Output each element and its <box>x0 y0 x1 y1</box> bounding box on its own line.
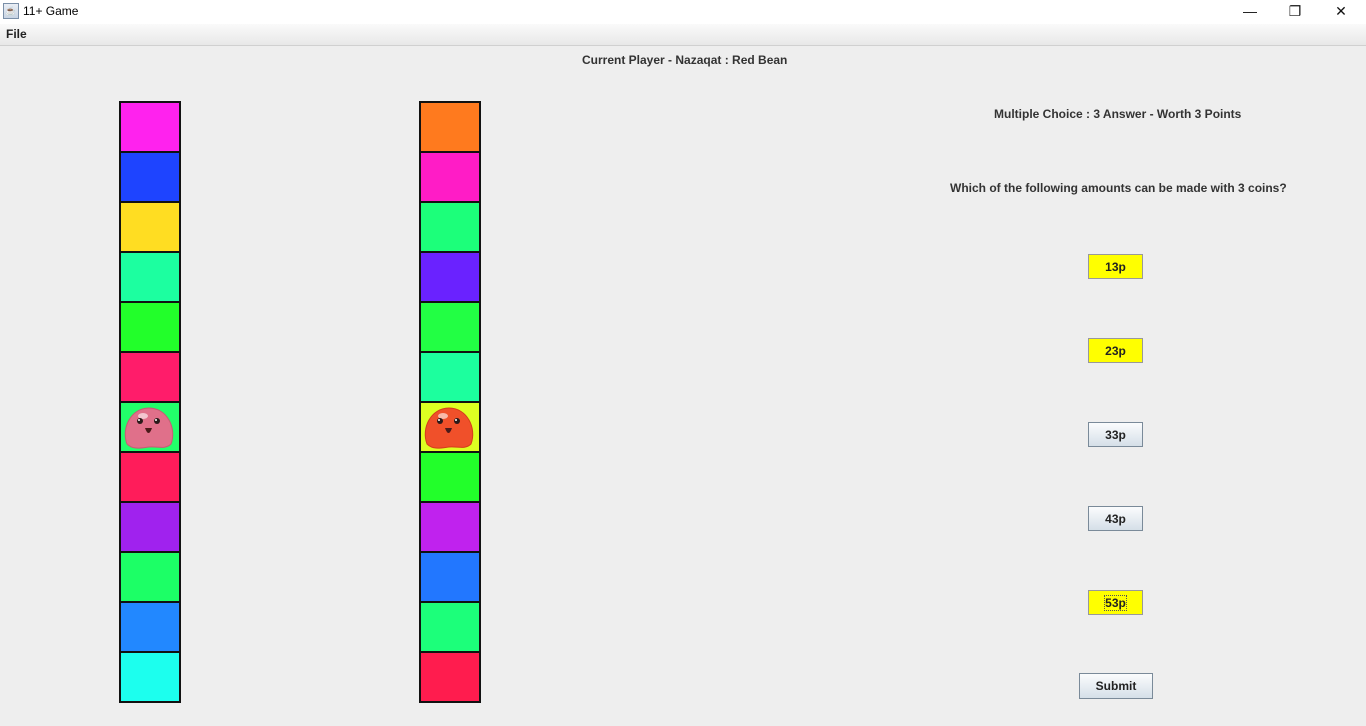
title-bar: ☕ 11+ Game — ❐ ✕ <box>0 0 1366 24</box>
red-bean-token <box>421 404 477 450</box>
answer-label: 23p <box>1105 343 1126 358</box>
answer-button-43p[interactable]: 43p <box>1088 506 1143 531</box>
board-cell <box>421 153 479 203</box>
player-1-track <box>119 101 181 703</box>
board-cell <box>121 203 179 253</box>
board-cell <box>421 253 479 303</box>
answer-button-53p[interactable]: 53p <box>1088 590 1143 615</box>
menu-bar: File <box>0 24 1366 46</box>
window-title: 11+ Game <box>23 4 79 18</box>
question-type-label: Multiple Choice : 3 Answer - Worth 3 Poi… <box>994 107 1242 121</box>
answer-button-23p[interactable]: 23p <box>1088 338 1143 363</box>
board-cell <box>121 153 179 203</box>
board-cell <box>121 503 179 553</box>
minimize-button[interactable]: — <box>1227 0 1273 24</box>
answer-label: 33p <box>1105 427 1126 442</box>
player-2-track <box>419 101 481 703</box>
board-cell <box>421 553 479 603</box>
submit-button[interactable]: Submit <box>1079 673 1153 699</box>
board-cell <box>421 603 479 653</box>
board-cell <box>421 303 479 353</box>
board-cell <box>421 403 479 453</box>
board-cell <box>421 453 479 503</box>
board-cell <box>421 103 479 153</box>
java-cup-icon: ☕ <box>3 3 19 19</box>
answer-label: 43p <box>1105 511 1126 526</box>
board-cell <box>121 103 179 153</box>
pink-bean-token <box>121 404 177 450</box>
answer-button-33p[interactable]: 33p <box>1088 422 1143 447</box>
board-cell <box>121 403 179 453</box>
menu-file[interactable]: File <box>6 27 27 41</box>
board-cell <box>121 453 179 503</box>
answer-button-13p[interactable]: 13p <box>1088 254 1143 279</box>
board-cell <box>121 553 179 603</box>
board-cell <box>121 603 179 653</box>
board-cell <box>421 503 479 553</box>
question-text: Which of the following amounts can be ma… <box>950 181 1287 195</box>
close-button[interactable]: ✕ <box>1318 0 1364 24</box>
board-cell <box>421 203 479 253</box>
board-cell <box>121 653 179 701</box>
board-cell <box>121 353 179 403</box>
current-player-label: Current Player - Nazaqat : Red Bean <box>582 53 788 67</box>
board-cell <box>121 303 179 353</box>
answer-label: 13p <box>1105 259 1126 274</box>
board-cell <box>421 353 479 403</box>
board-cell <box>121 253 179 303</box>
restore-button[interactable]: ❐ <box>1272 0 1318 24</box>
answer-label: 53p <box>1104 594 1127 611</box>
board-cell <box>421 653 479 701</box>
